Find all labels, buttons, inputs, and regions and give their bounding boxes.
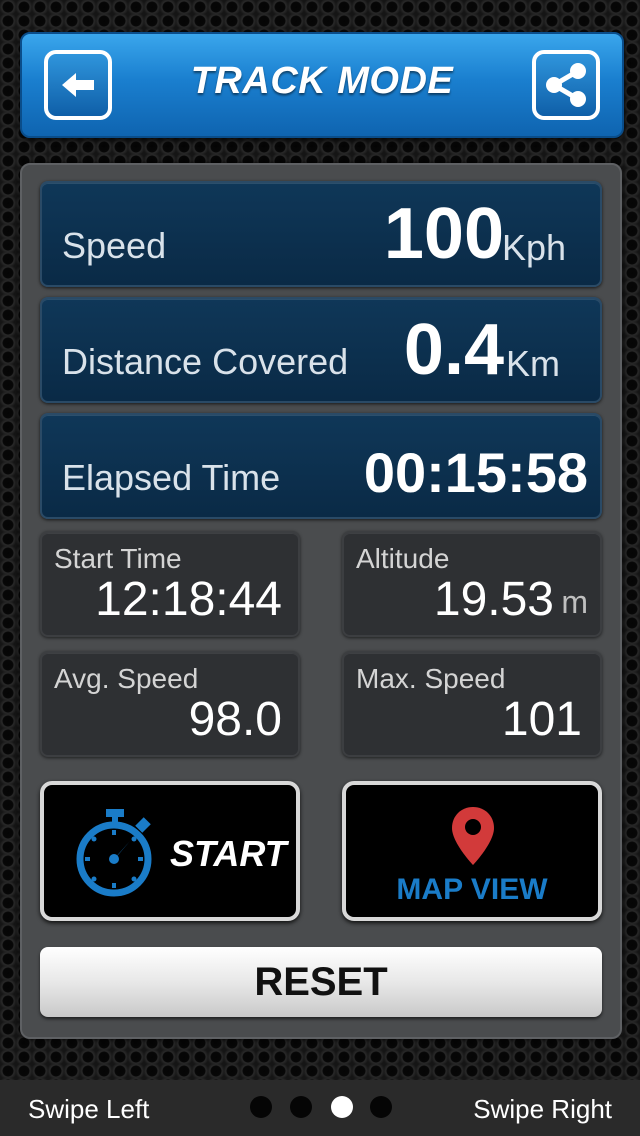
page-title: TRACK MODE xyxy=(190,60,454,102)
max-speed-box: Max. Speed 101 xyxy=(342,651,602,757)
start-button[interactable]: START xyxy=(40,781,300,921)
header-bar: TRACK MODE xyxy=(20,32,624,138)
avg-speed-box: Avg. Speed 98.0 xyxy=(40,651,300,757)
back-button[interactable] xyxy=(44,50,112,120)
share-button[interactable] xyxy=(532,50,600,120)
avg-speed-label: Avg. Speed xyxy=(54,663,199,694)
speed-unit: Kph xyxy=(501,227,566,268)
page-dot[interactable] xyxy=(370,1096,392,1118)
speed-row: Speed 100 Kph xyxy=(40,181,602,287)
page-dot-active[interactable] xyxy=(331,1096,353,1118)
elapsed-time-label: Elapsed Time xyxy=(62,457,281,498)
page-dot[interactable] xyxy=(290,1096,312,1118)
speed-label: Speed xyxy=(62,225,167,266)
speed-value: 100 xyxy=(383,194,504,274)
elapsed-time-row: Elapsed Time 00:15:58 xyxy=(40,413,602,519)
distance-label: Distance Covered xyxy=(62,341,349,382)
start-time-value: 12:18:44 xyxy=(95,573,282,626)
swipe-right-label[interactable]: Swipe Right xyxy=(473,1094,612,1125)
max-speed-value: 101 xyxy=(501,693,582,746)
altitude-box: Altitude 19.53 m xyxy=(342,531,602,637)
distance-value: 0.4 xyxy=(403,310,504,390)
page-dot[interactable] xyxy=(250,1096,272,1118)
altitude-value: 19.53 xyxy=(433,573,554,626)
map-view-label: MAP VIEW xyxy=(396,873,548,906)
stopwatch-icon xyxy=(76,809,152,897)
map-view-button[interactable]: MAP VIEW xyxy=(342,781,602,921)
back-arrow-icon xyxy=(62,73,94,97)
start-time-box: Start Time 12:18:44 xyxy=(40,531,300,637)
start-button-label: START xyxy=(170,833,287,874)
distance-unit: Km xyxy=(506,343,560,384)
start-time-label: Start Time xyxy=(54,543,182,574)
share-icon xyxy=(546,63,586,107)
altitude-unit: m xyxy=(561,584,588,620)
max-speed-label: Max. Speed xyxy=(356,663,506,694)
reset-button[interactable]: RESET xyxy=(40,947,602,1017)
footer-bar: Swipe Left Swipe Right xyxy=(0,1080,640,1136)
map-pin-icon xyxy=(452,807,494,865)
altitude-label: Altitude xyxy=(356,543,450,574)
distance-row: Distance Covered 0.4 Km xyxy=(40,297,602,403)
elapsed-time-value: 00:15:58 xyxy=(363,441,588,504)
swipe-left-label[interactable]: Swipe Left xyxy=(28,1094,149,1125)
stats-panel: Speed 100 Kph Distance Covered 0.4 Km El… xyxy=(20,163,622,1039)
avg-speed-value: 98.0 xyxy=(188,693,282,746)
